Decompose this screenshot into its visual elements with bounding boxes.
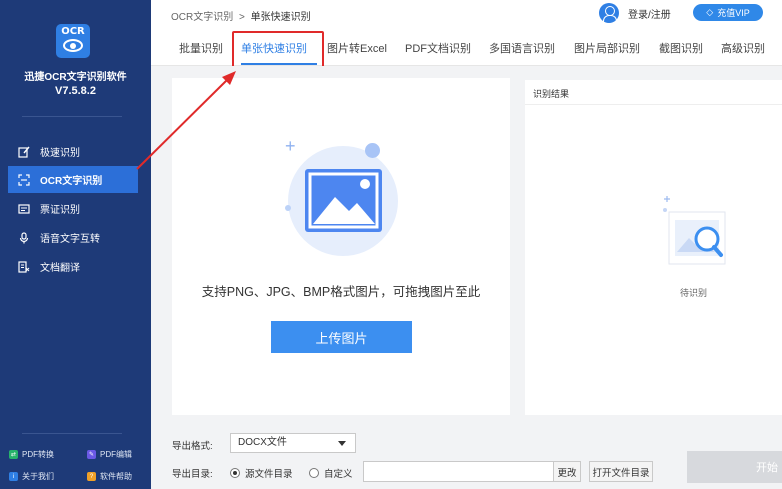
annotation-arrow bbox=[136, 71, 236, 170]
